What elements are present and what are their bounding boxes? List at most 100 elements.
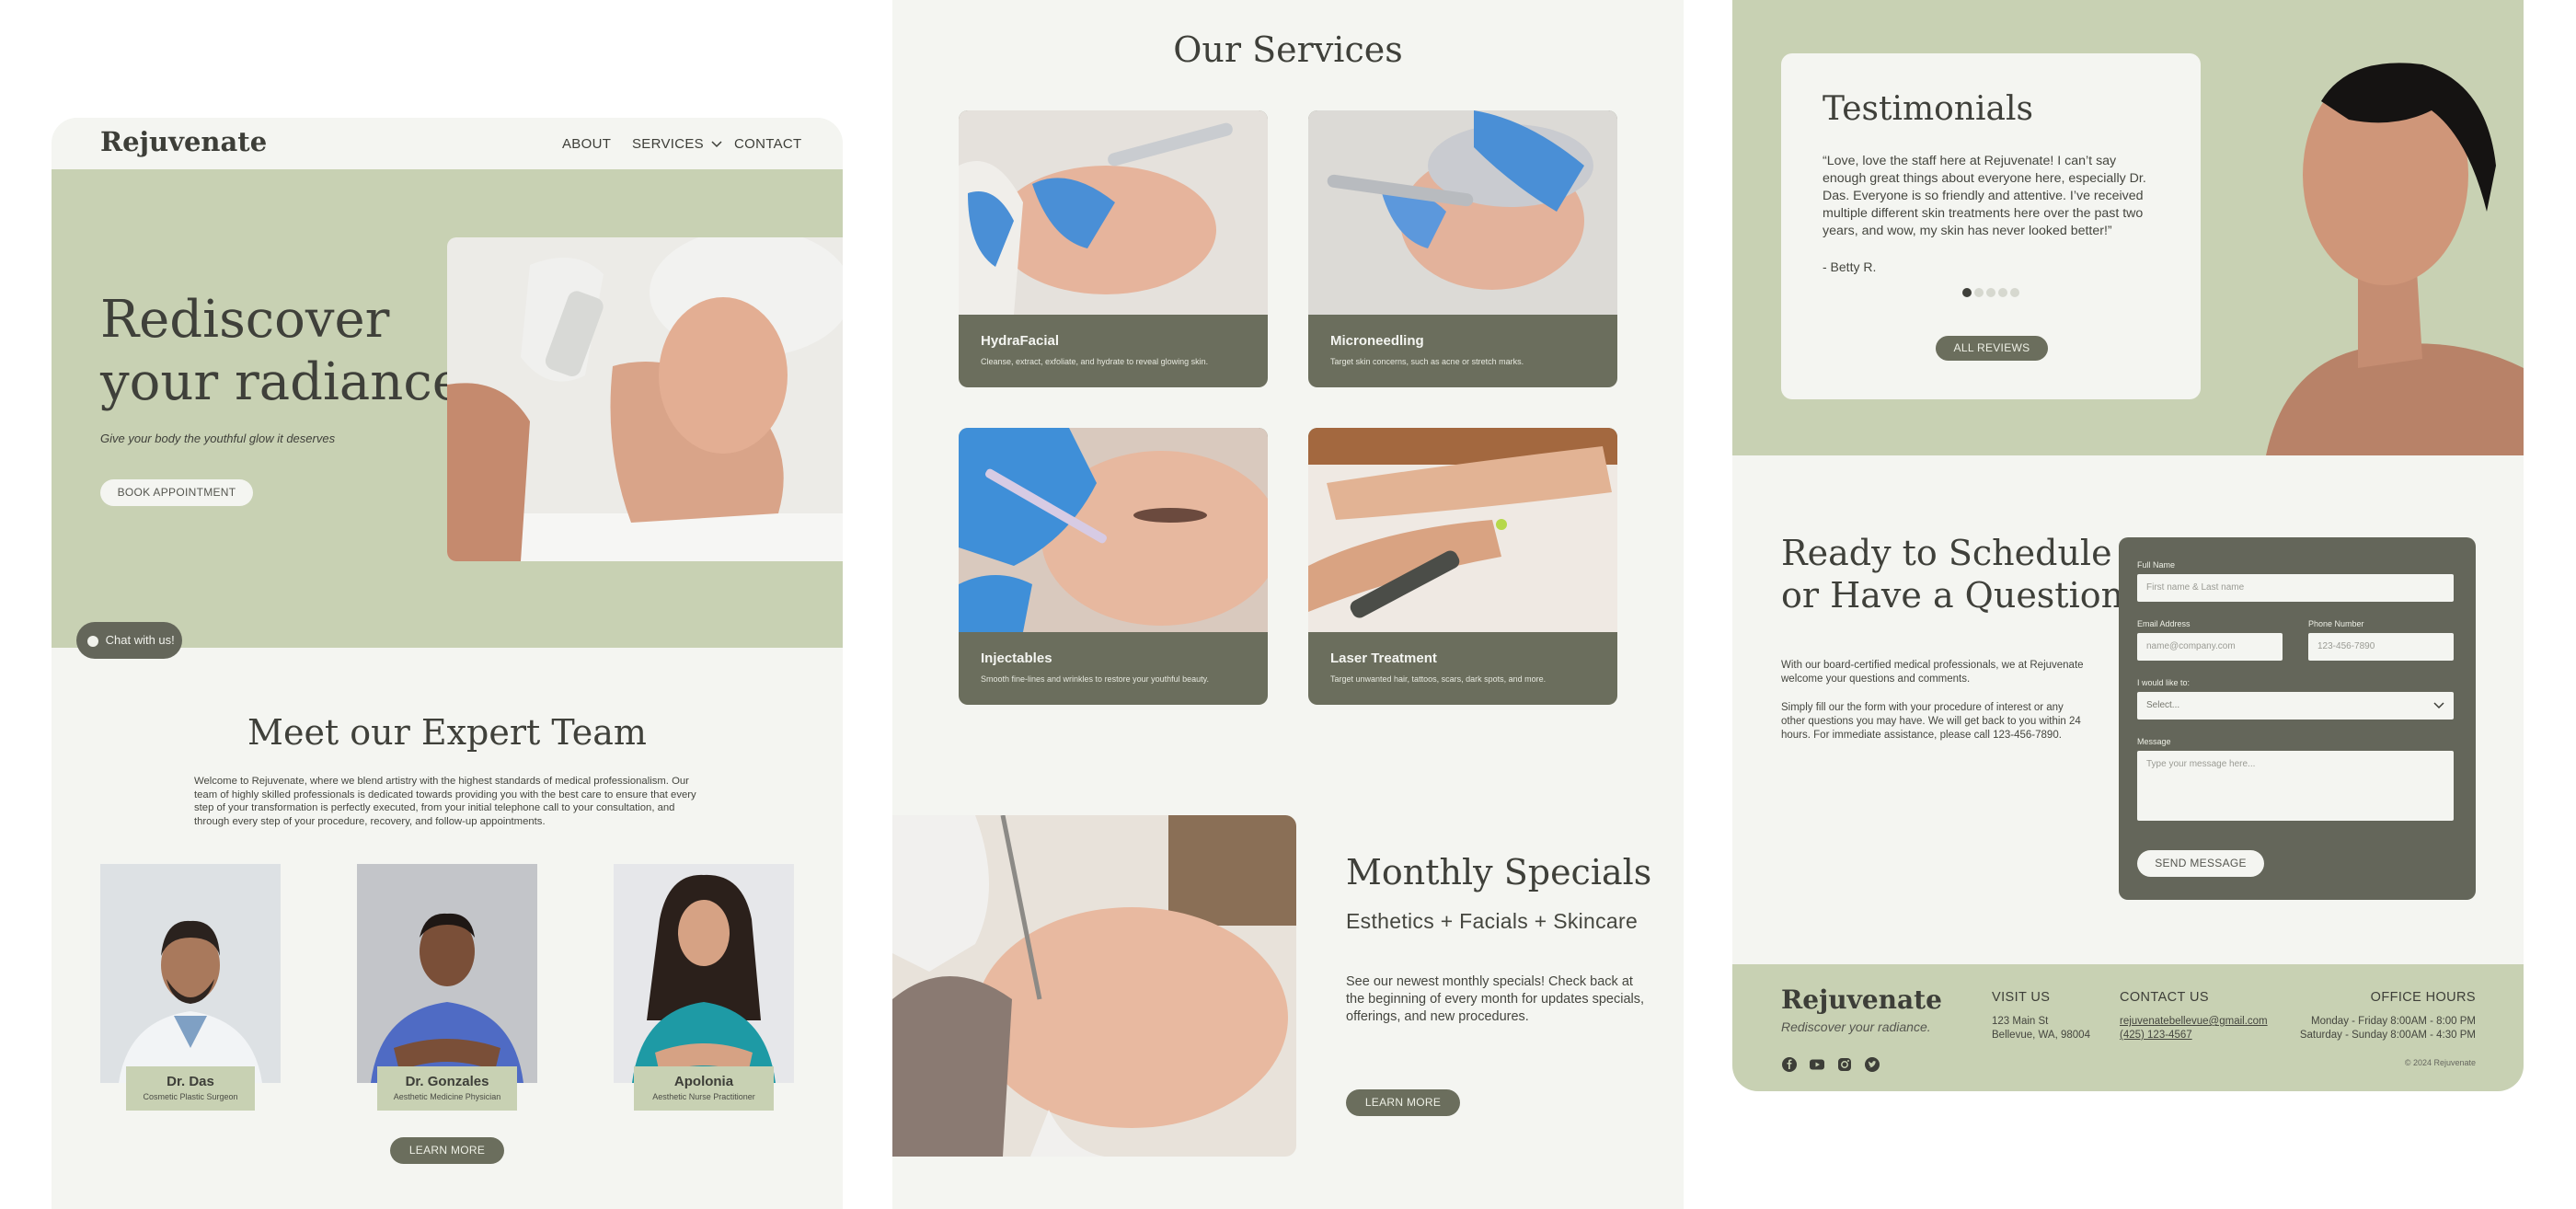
chevron-down-icon (2433, 702, 2444, 709)
testimonial-card: Testimonials “Love, love the staff here … (1781, 53, 2201, 399)
footer: Rejuvenate Rediscover your radiance. VIS… (1732, 964, 2524, 1091)
schedule-title-line2: or Have a Question? (1781, 575, 2143, 616)
team-name: Dr. Gonzales (405, 1074, 489, 1089)
brand-logo[interactable]: Rejuvenate (100, 126, 267, 157)
team-photo-gonzales[interactable] (357, 864, 537, 1083)
schedule-paragraph-1: With our board-certified medical profess… (1781, 660, 2084, 685)
nav-contact[interactable]: CONTACT (734, 136, 801, 152)
service-desc: Target skin concerns, such as acne or st… (1330, 357, 1524, 366)
address-line1: 123 Main St (1992, 1016, 2049, 1027)
testimonial-author: - Betty R. (1823, 259, 1877, 274)
service-title: Laser Treatment (1330, 651, 1437, 666)
phone-field[interactable]: 123-456-7890 (2308, 633, 2454, 661)
hero-title-line1: Rediscover (100, 290, 390, 350)
copyright: © 2024 Rejuvenate (2404, 1058, 2476, 1067)
interest-label: I would like to: (2137, 678, 2191, 687)
service-title: Injectables (981, 651, 1052, 666)
service-photo (1308, 110, 1617, 315)
team-photo-apolonia[interactable] (614, 864, 794, 1083)
team-card-gonzales: Dr. Gonzales Aesthetic Medicine Physicia… (377, 1066, 517, 1111)
carousel-dot-active[interactable] (1962, 288, 1972, 297)
service-card-microneedling[interactable]: Microneedling Target skin concerns, such… (1308, 110, 1617, 387)
team-learn-more-button[interactable]: LEARN MORE (390, 1137, 504, 1164)
send-message-button[interactable]: SEND MESSAGE (2137, 850, 2264, 877)
interest-select-value: Select... (2146, 700, 2180, 710)
footer-email-link[interactable]: rejuvenatebellevue@gmail.com (2120, 1015, 2268, 1029)
service-card-laser[interactable]: Laser Treatment Target unwanted hair, ta… (1308, 428, 1617, 705)
interest-select[interactable]: Select... (2137, 692, 2454, 720)
office-hours-heading: OFFICE HOURS (2370, 990, 2476, 1005)
team-name: Apolonia (673, 1074, 734, 1089)
service-card-hydrafacial[interactable]: HydraFacial Cleanse, extract, exfoliate,… (959, 110, 1268, 387)
chat-bubble-icon (87, 635, 98, 647)
hero-title-line2: your radiance. (100, 352, 479, 412)
carousel-dot[interactable] (1986, 288, 1995, 297)
address-line2: Bellevue, WA, 98004 (1992, 1030, 2090, 1041)
chat-button[interactable]: Chat with us! (76, 622, 182, 659)
hero-title: Rediscover your radiance. (100, 289, 479, 414)
carousel-dot[interactable] (2010, 288, 2019, 297)
hero-photo (447, 237, 843, 561)
email-label: Email Address (2137, 619, 2191, 628)
team-description: Welcome to Rejuvenate, where we blend ar… (194, 776, 696, 827)
hero-section: Rediscover your radiance. Give your body… (52, 169, 843, 659)
specials-description: See our newest monthly specials! Check b… (1346, 974, 1645, 1024)
chat-label: Chat with us! (105, 633, 175, 647)
book-appointment-button[interactable]: BOOK APPOINTMENT (100, 479, 253, 506)
contact-form: Full Name First name & Last name Email A… (2119, 537, 2476, 900)
footer-brand[interactable]: Rejuvenate (1781, 984, 1942, 1015)
twitter-icon[interactable] (1864, 1056, 1880, 1073)
services-panel: Our Services HydraFacial Cleanse, extrac… (892, 0, 1684, 1209)
team-card-das: Dr. Das Cosmetic Plastic Surgeon (126, 1066, 255, 1111)
message-textarea[interactable]: Type your message here... (2137, 751, 2454, 821)
full-name-label: Full Name (2137, 560, 2176, 570)
service-desc: Smooth fine-lines and wrinkles to restor… (981, 674, 1209, 684)
specials-learn-more-button[interactable]: LEARN MORE (1346, 1089, 1460, 1116)
contact-panel: Testimonials “Love, love the staff here … (1732, 0, 2524, 1091)
full-name-field[interactable]: First name & Last name (2137, 574, 2454, 602)
chevron-down-icon (711, 141, 722, 148)
service-title: HydraFacial (981, 333, 1060, 349)
contact-us-heading: CONTACT US (2120, 990, 2209, 1005)
carousel-dot[interactable] (1974, 288, 1984, 297)
team-name: Dr. Das (167, 1074, 214, 1089)
schedule-title-line1: Ready to Schedule (1781, 533, 2112, 573)
team-photo-das[interactable] (100, 864, 281, 1083)
nav-services[interactable]: SERVICES (632, 136, 722, 152)
nav-services-label: SERVICES (632, 136, 704, 152)
hours-weekday: Monday - Friday 8:00AM - 8:00 PM (2311, 1016, 2476, 1027)
team-role: Aesthetic Medicine Physician (393, 1092, 501, 1101)
schedule-title: Ready to Schedule or Have a Question? (1781, 532, 2142, 616)
top-nav: Rejuvenate ABOUT SERVICES CONTACT (52, 118, 843, 169)
service-card-injectables[interactable]: Injectables Smooth fine-lines and wrinkl… (959, 428, 1268, 705)
footer-phone-link[interactable]: (425) 123-4567 (2120, 1029, 2192, 1042)
testimonials-section: Testimonials “Love, love the staff here … (1732, 0, 2524, 455)
specials-photo (892, 815, 1296, 1157)
phone-label: Phone Number (2308, 619, 2364, 628)
visit-us-heading: VISIT US (1992, 990, 2051, 1005)
youtube-icon[interactable] (1809, 1056, 1825, 1073)
carousel-dot[interactable] (1998, 288, 2007, 297)
testimonial-portrait (2248, 0, 2524, 455)
all-reviews-button[interactable]: ALL REVIEWS (1936, 336, 2048, 361)
testimonials-title: Testimonials (1823, 90, 2033, 128)
team-role: Aesthetic Nurse Practitioner (652, 1092, 755, 1101)
hero-subtitle: Give your body the youthful glow it dese… (100, 432, 336, 445)
service-desc: Target unwanted hair, tattoos, scars, da… (1330, 674, 1547, 684)
specials-subtitle: Esthetics + Facials + Skincare (1346, 909, 1639, 933)
team-role: Cosmetic Plastic Surgeon (143, 1092, 238, 1101)
email-field[interactable]: name@company.com (2137, 633, 2283, 661)
testimonial-quote: “Love, love the staff here at Rejuvenate… (1823, 154, 2146, 238)
team-title: Meet our Expert Team (247, 712, 647, 753)
facebook-icon[interactable] (1781, 1056, 1798, 1073)
team-card-apolonia: Apolonia Aesthetic Nurse Practitioner (634, 1066, 774, 1111)
homepage-panel: Rejuvenate ABOUT SERVICES CONTACT Redisc… (52, 118, 843, 1209)
specials-title: Monthly Specials (1346, 852, 1652, 892)
schedule-paragraph-2: Simply fill our the form with your proce… (1781, 702, 2081, 741)
instagram-icon[interactable] (1836, 1056, 1853, 1073)
nav-about[interactable]: ABOUT (562, 136, 611, 152)
message-label: Message (2137, 737, 2171, 746)
service-desc: Cleanse, extract, exfoliate, and hydrate… (981, 357, 1209, 366)
service-photo (959, 428, 1268, 632)
service-photo (1308, 428, 1617, 632)
